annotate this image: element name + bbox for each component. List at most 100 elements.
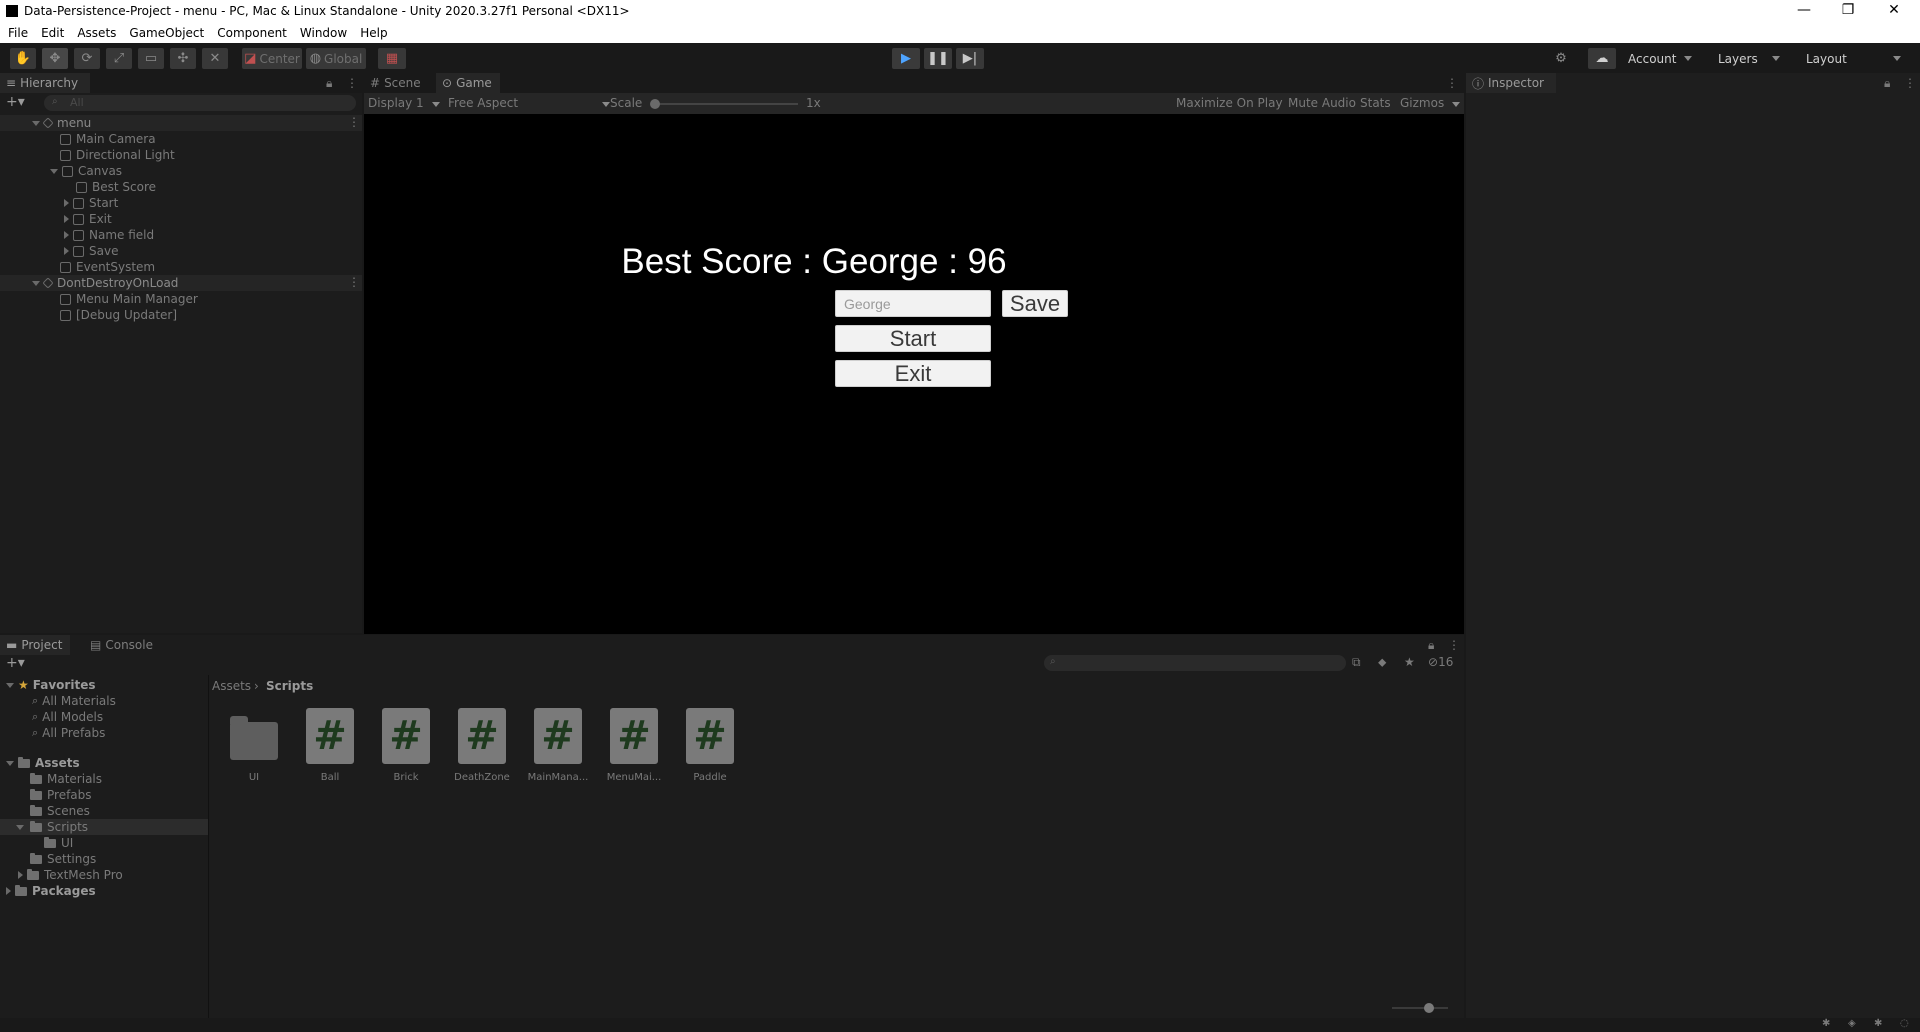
transform-tool-icon[interactable]: ✣ <box>170 48 196 69</box>
menu-help[interactable]: Help <box>360 26 387 40</box>
menu-edit[interactable]: Edit <box>41 26 64 40</box>
move-tool-icon[interactable]: ✥ <box>42 48 68 69</box>
asset-script[interactable]: # MenuMai... <box>602 708 666 783</box>
asset-script[interactable]: # Ball <box>298 708 362 783</box>
gizmos-dropdown[interactable]: Gizmos <box>1400 96 1461 110</box>
name-input[interactable]: George <box>835 290 991 317</box>
expand-icon[interactable] <box>16 824 24 830</box>
tab-game[interactable]: ⊙ Game <box>436 73 500 93</box>
asset-script[interactable]: # Brick <box>374 708 438 783</box>
menu-gameobject[interactable]: GameObject <box>129 26 204 40</box>
tag-icon[interactable]: ⬥ <box>1378 655 1386 670</box>
favorite-item[interactable]: ⌕ All Prefabs <box>32 725 105 741</box>
hierarchy-row[interactable]: Menu Main Manager <box>0 291 362 307</box>
lock-icon[interactable]: 🔒︎ <box>1428 638 1434 653</box>
layout-dropdown[interactable]: Layout <box>1800 48 1910 69</box>
expand-icon[interactable] <box>64 215 69 223</box>
asset-script[interactable]: # MainMana... <box>526 708 590 783</box>
project-tree-item[interactable]: Settings <box>0 851 208 867</box>
activity-icon[interactable]: ◌ <box>1900 1018 1909 1029</box>
icon-size-slider[interactable] <box>1392 1003 1448 1013</box>
tab-hierarchy[interactable]: ≡ Hierarchy <box>0 73 90 93</box>
hidden-count[interactable]: ⊘16 <box>1428 655 1453 669</box>
hand-tool-icon[interactable]: ✋ <box>10 48 36 69</box>
game-viewport[interactable]: Best Score : George : 96 George Save Sta… <box>364 114 1464 634</box>
kebab-menu-icon[interactable]: ⋮ <box>346 76 358 90</box>
hierarchy-search-input[interactable]: ⌕ All <box>44 95 356 111</box>
tab-console[interactable]: ▤ Console <box>84 635 160 655</box>
mute-audio-toggle[interactable]: Mute Audio <box>1288 96 1356 110</box>
add-icon[interactable]: +▾ <box>6 94 25 110</box>
global-toggle-button[interactable]: ◍ Global <box>306 48 366 69</box>
hierarchy-row[interactable]: Exit <box>0 211 362 227</box>
expand-icon[interactable] <box>32 120 40 126</box>
cloud-icon[interactable]: ☁ <box>1588 48 1616 69</box>
expand-icon[interactable] <box>6 760 14 766</box>
play-button[interactable]: ▶ <box>892 48 920 69</box>
hierarchy-row[interactable]: Directional Light <box>0 147 362 163</box>
project-tree-item[interactable]: Packages <box>0 883 208 899</box>
expand-icon[interactable] <box>18 871 23 879</box>
kebab-menu-icon[interactable]: ⋮ <box>1904 76 1916 90</box>
minimize-button[interactable]: — <box>1782 0 1826 22</box>
bug-icon[interactable]: ✱ <box>1822 1018 1830 1029</box>
hierarchy-row[interactable]: Canvas <box>0 163 362 179</box>
maximize-on-play-toggle[interactable]: Maximize On Play <box>1176 96 1283 110</box>
close-button[interactable]: ✕ <box>1872 0 1916 22</box>
tab-inspector[interactable]: ⓘ Inspector <box>1466 73 1556 93</box>
icon-size-slider-handle[interactable] <box>1424 1003 1434 1013</box>
hierarchy-row[interactable]: DontDestroyOnLoad ⋮ <box>0 275 362 291</box>
kebab-menu-icon[interactable]: ⋮ <box>348 275 360 289</box>
expand-icon[interactable] <box>6 887 11 895</box>
lock-icon[interactable]: 🔒︎ <box>326 76 332 91</box>
project-tree-item[interactable]: Prefabs <box>0 787 208 803</box>
hierarchy-row[interactable]: Save <box>0 243 362 259</box>
asset-folder[interactable]: UI <box>222 708 286 783</box>
favorite-item[interactable]: ⌕ All Models <box>32 709 103 725</box>
create-asset-icon[interactable]: +▾ <box>6 655 25 671</box>
layers-dropdown[interactable]: Layers <box>1712 48 1792 69</box>
kebab-menu-icon[interactable]: ⋮ <box>348 115 360 129</box>
lock-icon[interactable]: 🔒︎ <box>1884 76 1890 91</box>
filter-type-icon[interactable]: ⧉ <box>1352 655 1361 670</box>
project-search-input[interactable]: ⌕ <box>1044 655 1346 671</box>
hierarchy-row[interactable]: [Debug Updater] <box>0 307 362 323</box>
hierarchy-row[interactable]: Best Score <box>0 179 362 195</box>
hierarchy-row[interactable]: Name field <box>0 227 362 243</box>
scale-tool-icon[interactable]: ⤢ <box>106 48 132 69</box>
stats-toggle[interactable]: Stats <box>1360 96 1391 110</box>
project-tree-item[interactable]: Scripts <box>0 819 208 835</box>
menu-file[interactable]: File <box>8 26 28 40</box>
pause-button[interactable]: ❚❚ <box>924 48 952 69</box>
expand-icon[interactable] <box>32 280 40 286</box>
project-tree-item[interactable]: Materials <box>0 771 208 787</box>
hierarchy-row[interactable]: EventSystem <box>0 259 362 275</box>
tab-scene[interactable]: # Scene <box>364 73 434 93</box>
favorite-item[interactable]: ⌕ All Materials <box>32 693 116 709</box>
project-tree-item[interactable]: Scenes <box>0 803 208 819</box>
cache-icon[interactable]: ✱ <box>1874 1018 1882 1029</box>
layers-status-icon[interactable]: ◈ <box>1848 1018 1856 1029</box>
exit-button[interactable]: Exit <box>835 360 991 387</box>
collab-icon[interactable]: ⚙ <box>1548 48 1574 69</box>
project-tree-item[interactable]: TextMesh Pro <box>0 867 208 883</box>
project-tree-item[interactable]: Assets <box>0 755 208 771</box>
save-button[interactable]: Save <box>1002 290 1068 317</box>
display-dropdown[interactable]: Display 1 <box>368 96 440 110</box>
expand-icon[interactable] <box>50 168 58 174</box>
expand-icon[interactable] <box>64 199 69 207</box>
start-button[interactable]: Start <box>835 325 991 352</box>
tab-project[interactable]: ▬ Project <box>0 635 70 655</box>
project-tree-item[interactable]: UI <box>0 835 208 851</box>
menu-component[interactable]: Component <box>217 26 287 40</box>
asset-script[interactable]: # Paddle <box>678 708 742 783</box>
pivot-center-button[interactable]: ◪ Center <box>242 48 302 69</box>
asset-script[interactable]: # DeathZone <box>450 708 514 783</box>
grid-snap-icon[interactable]: ▦ <box>378 48 406 69</box>
hierarchy-row[interactable]: Main Camera <box>0 131 362 147</box>
scale-slider[interactable] <box>650 99 798 109</box>
custom-tool-icon[interactable]: ✕ <box>202 48 228 69</box>
step-button[interactable]: ▶| <box>956 48 984 69</box>
expand-icon[interactable] <box>64 231 69 239</box>
star-icon[interactable]: ★ <box>1404 655 1415 669</box>
